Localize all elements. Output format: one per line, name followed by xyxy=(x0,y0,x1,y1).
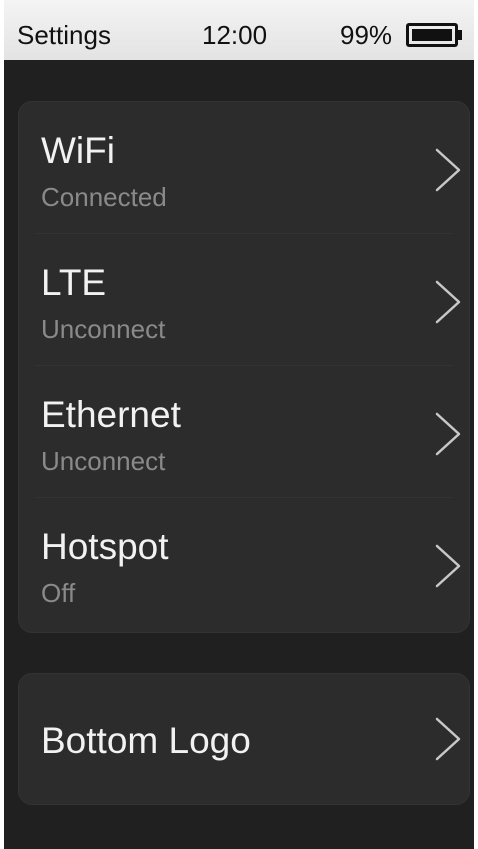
battery-icon xyxy=(406,23,458,47)
settings-item-title: Hotspot xyxy=(41,526,169,567)
settings-item-bottom-logo[interactable]: Bottom Logo xyxy=(18,673,470,805)
settings-item-status: Unconnect xyxy=(41,446,166,476)
settings-item-hotspot[interactable]: Hotspot Off xyxy=(19,498,469,630)
status-bar: Settings 12:00 99% xyxy=(4,0,474,60)
settings-item-wifi[interactable]: WiFi Connected xyxy=(19,102,469,234)
settings-item-ethernet[interactable]: Ethernet Unconnect xyxy=(19,366,469,498)
chevron-right-icon xyxy=(435,717,461,761)
status-bar-title: Settings xyxy=(17,20,111,50)
chevron-right-icon xyxy=(435,280,461,324)
battery-level-fill xyxy=(412,29,452,41)
settings-item-title: Bottom Logo xyxy=(41,720,251,761)
settings-item-title: LTE xyxy=(41,262,107,303)
chevron-right-icon xyxy=(435,148,461,192)
battery-percentage: 99% xyxy=(340,20,393,50)
settings-item-status: Unconnect xyxy=(41,314,166,344)
settings-item-status: Off xyxy=(41,578,76,608)
settings-item-title: WiFi xyxy=(41,130,115,171)
chevron-right-icon xyxy=(435,412,461,456)
status-bar-time: 12:00 xyxy=(202,20,268,50)
network-settings-card: WiFi Connected LTE Unconnect Ethernet Un… xyxy=(18,101,470,633)
settings-screen: Settings 12:00 99% WiFi Connected LTE Un… xyxy=(4,0,474,849)
settings-item-status: Connected xyxy=(41,182,167,212)
settings-item-lte[interactable]: LTE Unconnect xyxy=(19,234,469,366)
chevron-right-icon xyxy=(435,544,461,588)
battery-cap xyxy=(458,30,462,40)
settings-item-title: Ethernet xyxy=(41,394,181,435)
